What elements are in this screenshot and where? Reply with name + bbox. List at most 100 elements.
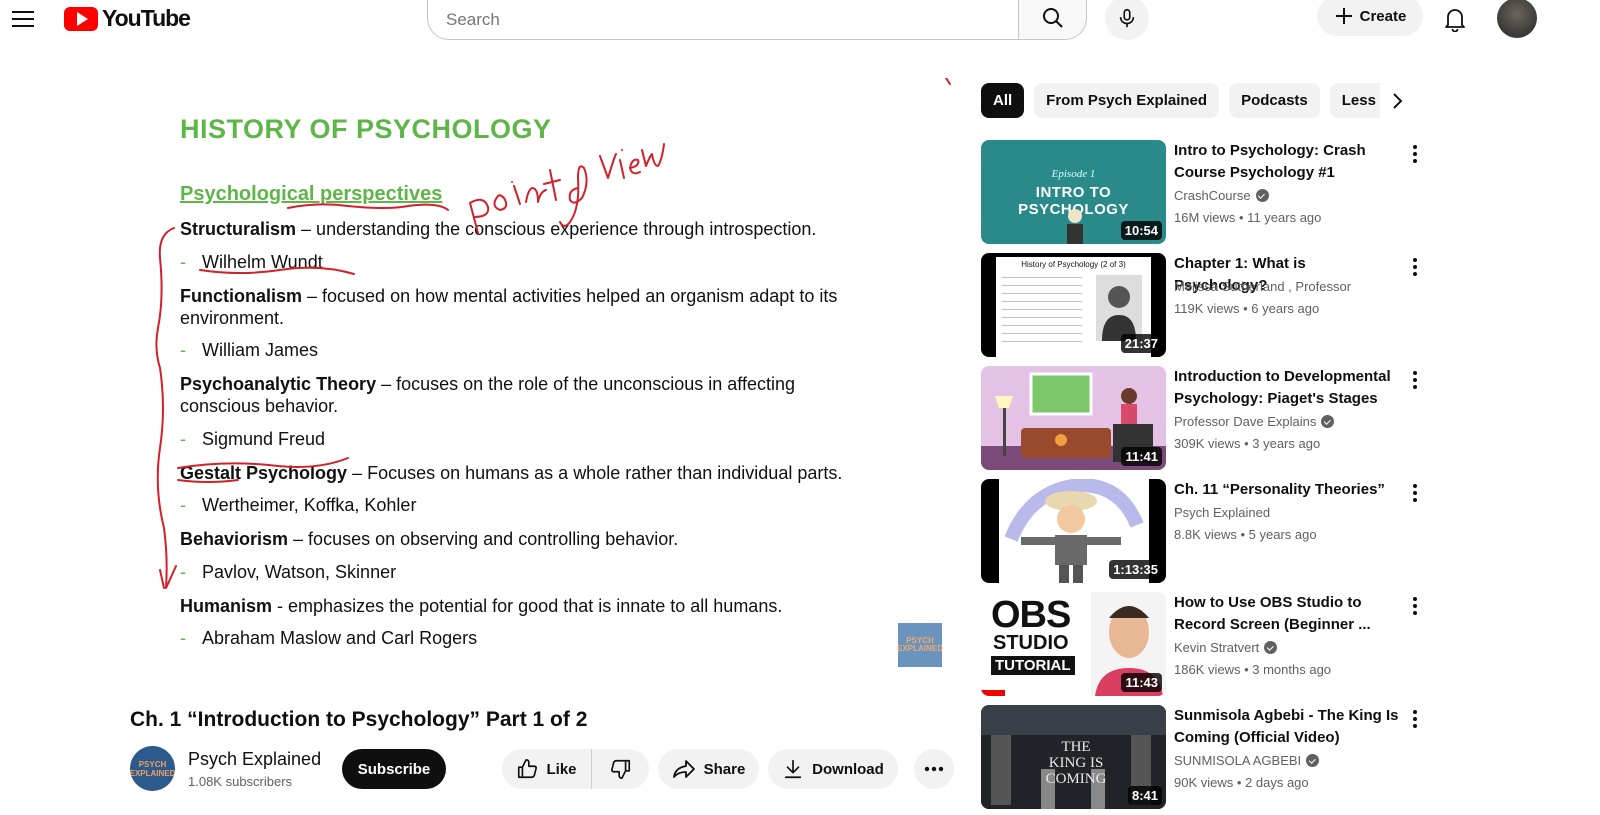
video-thumbnail[interactable]: OBS STUDIO TUTORIAL 11:43 (981, 592, 1166, 696)
channel-avatar[interactable]: PSYCH EXPLAINED (130, 746, 175, 791)
rec-meta: 186K views • 3 months ago (1174, 662, 1332, 677)
hamburger-menu-icon[interactable] (12, 6, 40, 32)
video-duration: 1:13:35 (1109, 560, 1162, 579)
verified-badge-icon (1306, 754, 1320, 767)
slide-person-gestalt: - Wertheimer, Koffka, Kohler (180, 495, 417, 515)
recommendation-item[interactable]: 1:13:35 Ch. 11 “Personality Theories” Ps… (981, 479, 1431, 583)
channel-watermark[interactable]: PSYCH EXPLAINED (897, 623, 943, 667)
rec-title[interactable]: How to Use OBS Studio to Record Screen (… (1174, 592, 1399, 636)
rec-channel[interactable]: CrashCourse (1174, 188, 1269, 203)
rec-title[interactable]: Sunmisola Agbebi - The King Is Coming (O… (1174, 705, 1399, 749)
video-duration: 10:54 (1120, 221, 1162, 240)
slide-item-gestalt: Gestalt Psychology – Focuses on humans a… (180, 463, 843, 483)
share-button[interactable]: Share (658, 749, 759, 789)
thumbs-up-icon (518, 759, 538, 779)
thumbnail-text-line-1: OBS (991, 594, 1071, 636)
rec-title[interactable]: Ch. 11 “Personality Theories” (1174, 479, 1399, 501)
chip-podcasts[interactable]: Podcasts (1229, 83, 1320, 118)
rec-title[interactable]: Intro to Psychology: Crash Course Psycho… (1174, 140, 1399, 184)
download-label: Download (812, 760, 884, 778)
video-thumbnail[interactable]: History of Psychology (2 of 3) 21:37 (981, 253, 1166, 357)
video-duration: 11:41 (1121, 447, 1162, 466)
thumbnail-text: History of Psychology (2 of 3) (1021, 260, 1126, 269)
share-label: Share (703, 760, 746, 778)
slide-title: HISTORY OF PSYCHOLOGY (180, 114, 552, 144)
rec-meta: 16M views • 11 years ago (1174, 210, 1322, 225)
search-bar (427, 0, 1087, 40)
create-button[interactable]: Create (1317, 0, 1423, 36)
rec-meta: 90K views • 2 days ago (1174, 775, 1309, 790)
voice-search-button[interactable] (1105, 0, 1149, 40)
rec-meta: 8.8K views • 5 years ago (1174, 527, 1317, 542)
youtube-watch-page: YouTube Create HISTORY OF PSYCHOLOGY Psy… (0, 0, 1600, 815)
download-icon (784, 759, 802, 779)
rec-title[interactable]: Introduction to Developmental Psychology… (1174, 366, 1399, 410)
chips-next-button[interactable] (1380, 84, 1414, 118)
youtube-play-icon (64, 6, 98, 31)
download-button[interactable]: Download (768, 749, 898, 789)
youtube-logo[interactable]: YouTube (64, 5, 191, 32)
dislike-button[interactable] (592, 749, 649, 789)
rec-channel[interactable]: Professor Dave Explains (1174, 414, 1335, 429)
slide-item-psychoanalytic: Psychoanalytic Theory – focuses on the r… (180, 374, 796, 416)
slide-item-structuralism: Structuralism – understanding the consci… (180, 219, 817, 239)
notifications-button[interactable] (1438, 4, 1472, 34)
video-thumbnail[interactable]: Episode 1 INTRO TO PSYCHOLOGY 10:54 (981, 140, 1166, 244)
search-icon (1042, 8, 1063, 28)
channel-name[interactable]: Psych Explained (188, 749, 321, 770)
rec-channel[interactable]: Melissa Sutherland , Professor (1174, 279, 1351, 294)
video-title: Ch. 1 “Introduction to Psychology” Part … (130, 708, 588, 731)
like-dislike-group: Like (502, 749, 649, 789)
rec-channel[interactable]: Psych Explained (1174, 505, 1270, 520)
thumbnail-text-episode: Episode 1 (1051, 168, 1096, 180)
slide-person-functionalism: - William James (180, 340, 319, 360)
video-thumbnail[interactable]: 11:41 (981, 366, 1166, 470)
user-avatar[interactable] (1497, 0, 1537, 38)
more-horizontal-icon (924, 766, 944, 772)
more-options-icon[interactable] (1405, 255, 1425, 279)
rec-channel[interactable]: SUNMISOLA AGBEBI (1174, 753, 1320, 768)
verified-badge-icon (1255, 189, 1269, 202)
create-label: Create (1359, 7, 1407, 25)
like-label: Like (546, 760, 577, 778)
video-duration: 11:43 (1121, 673, 1162, 692)
recommendation-item[interactable]: OBS STUDIO TUTORIAL 11:43 How to Use OBS… (981, 592, 1431, 696)
thumbnail-text-line-2: STUDIO (993, 632, 1069, 654)
slide-item-humanism: Humanism - emphasizes the potential for … (180, 596, 783, 616)
subscriber-count: 1.08K subscribers (188, 774, 293, 789)
video-thumbnail[interactable]: THE KING IS COMING 8:41 (981, 705, 1166, 809)
chip-all[interactable]: All (981, 83, 1025, 118)
chip-from-channel[interactable]: From Psych Explained (1034, 83, 1220, 118)
more-options-icon[interactable] (1405, 707, 1425, 731)
like-button[interactable]: Like (502, 749, 592, 789)
search-button[interactable] (1018, 0, 1086, 39)
slide-person-behaviorism: - Pavlov, Watson, Skinner (180, 562, 397, 582)
video-player[interactable]: HISTORY OF PSYCHOLOGY Psychological pers… (130, 78, 958, 678)
subscribe-button[interactable]: Subscribe (342, 749, 446, 789)
more-options-icon[interactable] (1405, 368, 1425, 392)
recommendation-item[interactable]: THE KING IS COMING 8:41 Sunmisola Agbebi… (981, 705, 1431, 809)
recommendation-item[interactable]: 11:41 Introduction to Developmental Psyc… (981, 366, 1431, 470)
logo-text: YouTube (102, 5, 191, 31)
more-options-icon[interactable] (1405, 142, 1425, 166)
video-thumbnail[interactable]: 1:13:35 (981, 479, 1166, 583)
thumbnail-bullets (1002, 273, 1082, 343)
recommendation-item[interactable]: Episode 1 INTRO TO PSYCHOLOGY 10:54 Intr… (981, 140, 1431, 244)
more-options-icon[interactable] (1405, 481, 1425, 505)
thumbs-down-icon (610, 759, 630, 779)
search-input[interactable] (428, 0, 1018, 39)
video-duration: 21:37 (1120, 334, 1162, 353)
rec-meta: 119K views • 6 years ago (1174, 301, 1320, 316)
thumbnail-portrait (1096, 275, 1142, 341)
rec-channel[interactable]: Kevin Stratvert (1174, 640, 1278, 655)
thumbnail-text: THE KING IS COMING (1045, 739, 1107, 787)
top-bar: YouTube Create (0, 0, 1600, 40)
microphone-icon (1119, 8, 1135, 28)
verified-badge-icon (1264, 641, 1278, 654)
filter-chips: All From Psych Explained Podcasts Less (981, 83, 1411, 119)
more-actions-button[interactable] (914, 749, 954, 789)
slide-subtitle: Psychological perspectives (180, 183, 443, 205)
rec-meta: 309K views • 3 years ago (1174, 436, 1321, 451)
recommendation-item[interactable]: History of Psychology (2 of 3) 21:37 Cha… (981, 253, 1431, 357)
more-options-icon[interactable] (1405, 594, 1425, 618)
